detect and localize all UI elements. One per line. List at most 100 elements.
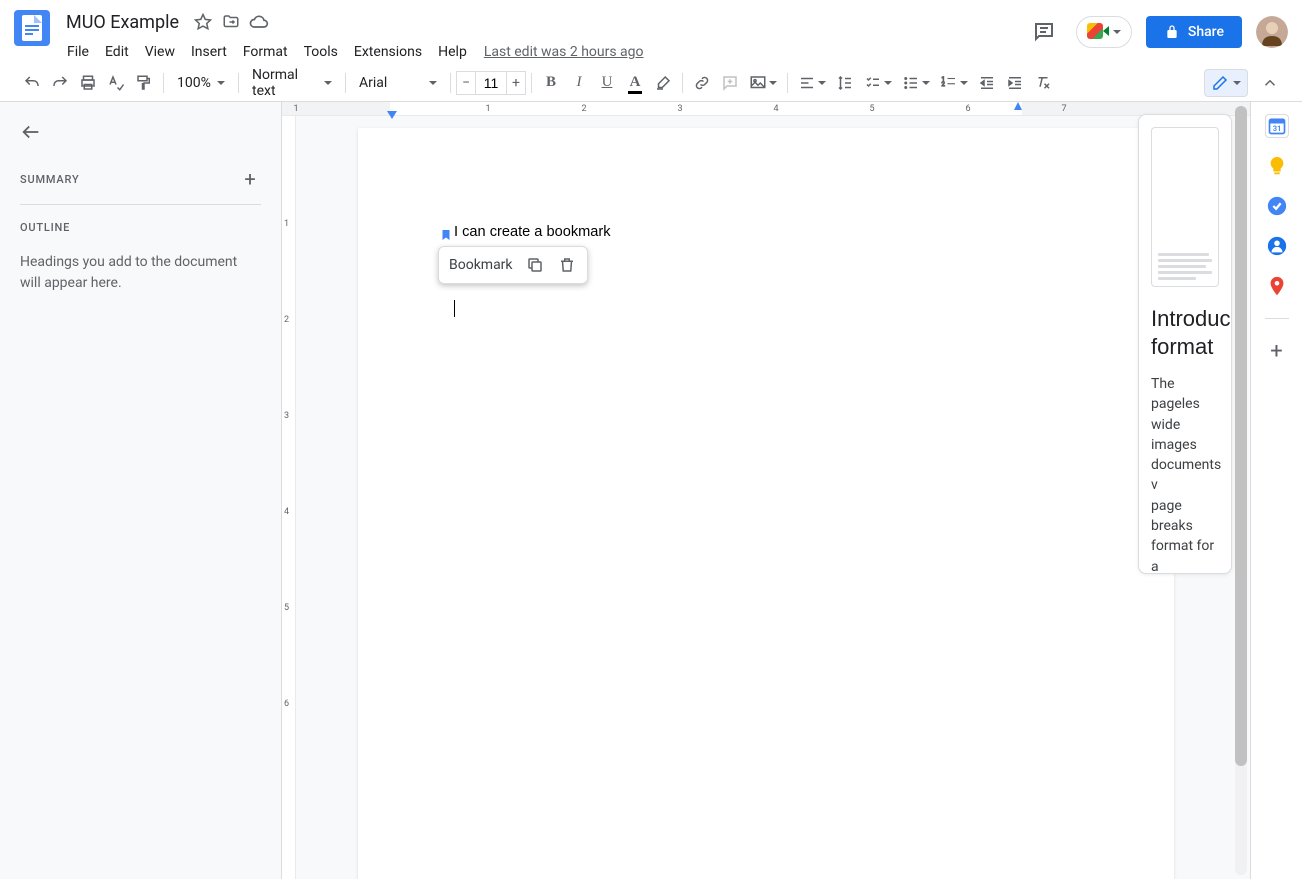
bookmark-icon[interactable] xyxy=(440,227,452,241)
get-addons-button[interactable]: + xyxy=(1270,339,1282,364)
outline-empty-text: Headings you add to the document will ap… xyxy=(20,252,261,294)
pencil-icon xyxy=(1211,74,1229,92)
menu-help[interactable]: Help xyxy=(431,40,474,64)
paragraph-style-dropdown[interactable]: Normal text xyxy=(244,69,340,97)
outline-heading: OUTLINE xyxy=(20,221,261,234)
copy-link-button[interactable] xyxy=(525,255,545,275)
star-icon[interactable] xyxy=(193,12,213,32)
menu-format[interactable]: Format xyxy=(236,40,295,64)
decrease-indent-button[interactable] xyxy=(973,69,1001,97)
title-area: MUO Example File Edit View Insert Format… xyxy=(60,8,1026,66)
numbered-list-button[interactable]: 12 xyxy=(935,69,973,97)
caret-down-icon xyxy=(217,81,225,85)
lock-icon xyxy=(1164,24,1180,40)
avatar[interactable] xyxy=(1256,16,1288,48)
checklist-button[interactable] xyxy=(859,69,897,97)
text-cursor xyxy=(454,300,455,317)
toolbar-separator xyxy=(345,73,346,93)
menu-file[interactable]: File xyxy=(60,40,96,64)
document-title[interactable]: MUO Example xyxy=(60,10,185,35)
move-folder-icon[interactable] xyxy=(221,12,241,32)
document-page[interactable]: I can create a bookmark Bookmark xyxy=(358,128,1174,879)
bookmark-popup: Bookmark xyxy=(438,246,588,284)
menu-edit[interactable]: Edit xyxy=(98,40,136,64)
paint-format-button[interactable] xyxy=(130,69,158,97)
info-card-body: The pageles wide images documents v page… xyxy=(1151,374,1219,574)
line-spacing-button[interactable] xyxy=(831,69,859,97)
increase-indent-button[interactable] xyxy=(1001,69,1029,97)
summary-heading: SUMMARY xyxy=(20,173,79,186)
pageless-info-card[interactable]: Introducformat The pageles wide images d… xyxy=(1138,114,1232,574)
scrollbar-thumb[interactable] xyxy=(1235,106,1247,766)
insert-image-button[interactable] xyxy=(744,69,782,97)
print-button[interactable] xyxy=(74,69,102,97)
caret-down-icon xyxy=(324,81,332,85)
spellcheck-button[interactable] xyxy=(102,69,130,97)
caret-down-icon xyxy=(922,81,930,85)
font-size-control: − + xyxy=(456,71,526,95)
bulleted-list-button[interactable] xyxy=(897,69,935,97)
document-text-line[interactable]: I can create a bookmark xyxy=(454,224,1078,240)
clear-formatting-button[interactable] xyxy=(1029,69,1057,97)
info-card-title: Introducformat xyxy=(1151,305,1219,360)
sidebar-separator xyxy=(1265,318,1289,319)
menu-tools[interactable]: Tools xyxy=(297,40,345,64)
meet-button[interactable] xyxy=(1076,16,1132,48)
last-edit-link[interactable]: Last edit was 2 hours ago xyxy=(484,44,644,60)
menu-view[interactable]: View xyxy=(138,40,182,64)
zoom-value: 100% xyxy=(177,75,211,91)
font-dropdown[interactable]: Arial xyxy=(351,69,445,97)
menu-extensions[interactable]: Extensions xyxy=(347,40,429,64)
header-actions: Share xyxy=(1026,8,1288,50)
docs-logo[interactable] xyxy=(14,10,50,46)
insert-link-button[interactable] xyxy=(688,69,716,97)
caret-down-icon xyxy=(1113,30,1121,34)
info-card-preview xyxy=(1151,127,1219,287)
editing-mode-button[interactable] xyxy=(1204,69,1248,97)
bold-button[interactable]: B xyxy=(537,69,565,97)
comment-history-icon[interactable] xyxy=(1026,14,1062,50)
right-indent-handle[interactable] xyxy=(1014,102,1022,110)
add-comment-button[interactable] xyxy=(716,69,744,97)
zoom-dropdown[interactable]: 100% xyxy=(169,69,233,97)
outline-close-button[interactable] xyxy=(20,120,44,144)
contacts-app-icon[interactable] xyxy=(1265,234,1289,258)
maps-app-icon[interactable] xyxy=(1265,274,1289,298)
horizontal-ruler[interactable]: 1 1 2 3 4 5 6 7 xyxy=(282,102,1250,116)
font-value: Arial xyxy=(359,75,387,91)
undo-button[interactable] xyxy=(18,69,46,97)
underline-button[interactable]: U xyxy=(593,69,621,97)
tasks-app-icon[interactable] xyxy=(1265,194,1289,218)
toolbar-separator xyxy=(531,73,532,93)
font-size-input[interactable] xyxy=(476,71,506,95)
redo-button[interactable] xyxy=(46,69,74,97)
meet-icon xyxy=(1087,23,1109,41)
toolbar-separator xyxy=(787,73,788,93)
menu-insert[interactable]: Insert xyxy=(184,40,234,64)
caret-down-icon xyxy=(1233,81,1241,85)
italic-button[interactable]: I xyxy=(565,69,593,97)
align-button[interactable] xyxy=(793,69,831,97)
cloud-status-icon[interactable] xyxy=(249,12,269,32)
toolbar-separator xyxy=(238,73,239,93)
caret-down-icon xyxy=(769,81,777,85)
toolbar: 100% Normal text Arial − + B I U A 12 xyxy=(0,64,1302,102)
delete-bookmark-button[interactable] xyxy=(557,255,577,275)
app-header: MUO Example File Edit View Insert Format… xyxy=(0,0,1302,64)
left-indent-handle[interactable] xyxy=(387,111,397,119)
calendar-app-icon[interactable]: 31 xyxy=(1265,114,1289,138)
vertical-ruler[interactable]: 1 2 3 4 5 6 xyxy=(282,116,296,879)
add-summary-button[interactable]: + xyxy=(239,168,261,190)
share-button[interactable]: Share xyxy=(1146,16,1242,48)
outline-panel: SUMMARY + OUTLINE Headings you add to th… xyxy=(0,102,282,879)
highlight-button[interactable] xyxy=(649,69,677,97)
svg-text:2: 2 xyxy=(942,81,946,88)
collapse-toolbar-button[interactable] xyxy=(1256,69,1284,97)
svg-text:31: 31 xyxy=(1272,124,1281,133)
text-color-button[interactable]: A xyxy=(621,69,649,97)
decrease-font-button[interactable]: − xyxy=(456,71,476,95)
keep-app-icon[interactable] xyxy=(1265,154,1289,178)
side-panel: 31 + xyxy=(1250,102,1302,879)
increase-font-button[interactable]: + xyxy=(506,71,526,95)
toolbar-separator xyxy=(682,73,683,93)
